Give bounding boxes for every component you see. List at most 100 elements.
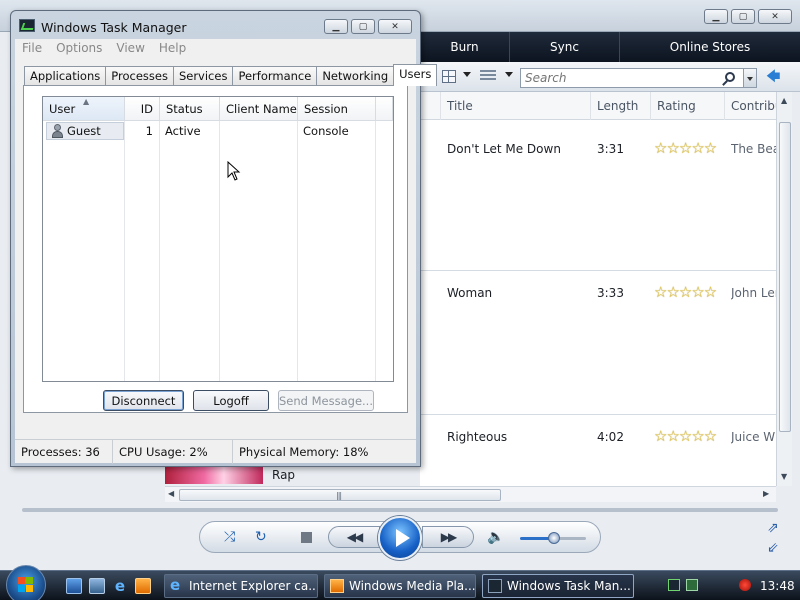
track-title[interactable]: Woman xyxy=(447,286,492,300)
column-length[interactable]: Length xyxy=(590,92,650,120)
volume-icon[interactable]: 🔈 xyxy=(487,530,504,544)
menu-view[interactable]: View xyxy=(109,39,151,57)
user-row-guest[interactable]: Guest xyxy=(46,122,124,140)
media-player-quicklaunch-icon[interactable] xyxy=(135,578,151,594)
taskbar-item-media-player[interactable]: Windows Media Pla... xyxy=(324,574,476,598)
track-title[interactable]: Don't Let Me Down xyxy=(447,142,561,156)
scroll-left-arrow-icon[interactable]: ◀ xyxy=(168,489,174,498)
vertical-scroll-thumb[interactable] xyxy=(779,122,791,432)
tab-processes[interactable]: Processes xyxy=(105,66,174,85)
scroll-grip-icon: ||| xyxy=(336,491,342,500)
column-id[interactable]: ID xyxy=(125,97,160,121)
layout-options-icon[interactable] xyxy=(480,70,496,82)
status-bar: Processes: 36 CPU Usage: 2% Physical Mem… xyxy=(15,439,416,464)
taskbar-item-label: Windows Media Pla... xyxy=(349,579,476,593)
library-column-header: Title Length Rating Contribu xyxy=(420,92,776,120)
taskbar-item-task-manager[interactable]: Windows Task Man... xyxy=(482,574,634,598)
minimize-button[interactable]: ▁ xyxy=(704,9,728,24)
tab-networking[interactable]: Networking xyxy=(316,66,395,85)
scroll-right-arrow-icon[interactable]: ▶ xyxy=(763,489,769,498)
row-divider xyxy=(420,270,776,271)
column-divider xyxy=(219,121,220,381)
vertical-scrollbar[interactable]: ▲ ▼ xyxy=(776,92,792,486)
track-contributor: The Beat xyxy=(731,142,777,156)
tab-strip: Applications Processes Services Performa… xyxy=(24,64,438,86)
rating-stars[interactable]: ☆☆☆☆☆ xyxy=(654,139,717,157)
column-divider xyxy=(297,121,298,381)
column-user[interactable]: User ▲ xyxy=(43,97,125,121)
tab-sync[interactable]: Sync xyxy=(510,32,620,62)
scroll-up-arrow-icon[interactable]: ▲ xyxy=(781,96,787,105)
column-title[interactable]: Title xyxy=(440,92,584,120)
shuffle-icon[interactable]: ⤮ xyxy=(224,530,235,544)
status-cpu-usage: CPU Usage: 2% xyxy=(113,440,233,464)
view-options-dropdown-icon[interactable] xyxy=(463,72,471,77)
back-arrow-icon[interactable]: 🡄 xyxy=(766,70,780,84)
windows-logo-icon xyxy=(18,577,34,593)
taskbar-item-internet-explorer[interactable]: e Internet Explorer ca... xyxy=(164,574,318,598)
menu-options[interactable]: Options xyxy=(49,39,109,57)
task-manager-tray-icon[interactable] xyxy=(668,579,680,591)
column-status[interactable]: Status xyxy=(160,97,220,121)
seek-bar[interactable] xyxy=(22,508,778,512)
tab-online-stores[interactable]: Online Stores xyxy=(620,32,800,62)
maximize-button[interactable]: ▢ xyxy=(731,9,755,24)
track-length: 4:02 xyxy=(597,430,624,444)
search-box xyxy=(520,68,744,88)
play-button[interactable] xyxy=(378,516,422,560)
horizontal-scrollbar[interactable]: ◀ ||| ▶ xyxy=(165,486,776,502)
clock[interactable]: 13:48 xyxy=(760,571,795,600)
menu-help[interactable]: Help xyxy=(152,39,193,57)
disconnect-button[interactable]: Disconnect xyxy=(103,390,184,411)
task-manager-titlebar[interactable]: Windows Task Manager ▁ ▢ ✕ xyxy=(11,11,420,39)
rating-stars[interactable]: ☆☆☆☆☆ xyxy=(654,427,717,445)
network-icon[interactable] xyxy=(686,579,698,591)
column-session[interactable]: Session xyxy=(298,97,376,121)
close-button[interactable]: ✕ xyxy=(378,19,412,34)
users-list: User ▲ ID Status Client Name Session Gue… xyxy=(42,96,394,382)
tab-services[interactable]: Services xyxy=(172,66,234,85)
volume-muted-icon[interactable] xyxy=(739,579,751,591)
close-button[interactable]: ✕ xyxy=(758,9,792,24)
column-divider xyxy=(375,121,376,381)
search-icon[interactable] xyxy=(725,72,735,82)
minimize-button[interactable]: ▁ xyxy=(324,19,348,34)
tab-burn[interactable]: Burn xyxy=(420,32,510,62)
track-title[interactable]: Righteous xyxy=(447,430,507,444)
switch-windows-icon[interactable] xyxy=(89,578,105,594)
maximize-button[interactable]: ▢ xyxy=(351,19,375,34)
layout-options-dropdown-icon[interactable] xyxy=(505,72,513,77)
internet-explorer-quicklaunch-icon[interactable]: e xyxy=(112,578,128,594)
column-rating[interactable]: Rating xyxy=(650,92,724,120)
stop-button[interactable] xyxy=(301,532,312,543)
search-input[interactable] xyxy=(521,69,711,87)
column-divider xyxy=(159,121,160,381)
tab-applications[interactable]: Applications xyxy=(24,66,107,85)
taskbar: e e Internet Explorer ca... Windows Medi… xyxy=(0,565,800,600)
next-button[interactable]: ▶▶ xyxy=(422,526,474,548)
view-options-icon[interactable] xyxy=(442,70,456,83)
search-dropdown-button[interactable] xyxy=(743,68,757,88)
system-tray: 13:48 xyxy=(665,571,800,600)
rating-stars[interactable]: ☆☆☆☆☆ xyxy=(654,283,717,301)
menu-file[interactable]: File xyxy=(15,39,49,57)
tab-performance[interactable]: Performance xyxy=(232,66,318,85)
scroll-down-arrow-icon[interactable]: ▼ xyxy=(781,472,787,481)
status-processes: Processes: 36 xyxy=(15,440,113,464)
album-art-thumbnail[interactable] xyxy=(165,466,263,484)
switch-to-skin-icon[interactable]: ⇗ xyxy=(767,520,779,536)
tab-users[interactable]: Users xyxy=(393,64,438,86)
repeat-icon[interactable]: ↻ xyxy=(255,530,267,544)
horizontal-scroll-thumb[interactable]: ||| xyxy=(179,489,501,501)
row-divider xyxy=(420,414,776,415)
start-button[interactable] xyxy=(6,565,46,600)
send-message-button[interactable]: Send Message... xyxy=(278,390,374,411)
menu-bar: File Options View Help xyxy=(15,39,416,57)
logoff-button[interactable]: Logoff xyxy=(193,390,269,411)
volume-slider-knob[interactable] xyxy=(548,532,560,544)
previous-button[interactable]: ◀◀ xyxy=(328,526,380,548)
column-contributor[interactable]: Contribu xyxy=(724,92,776,120)
show-desktop-icon[interactable] xyxy=(66,578,82,594)
column-client-name[interactable]: Client Name xyxy=(220,97,298,121)
switch-to-compact-icon[interactable]: ⇙ xyxy=(767,540,779,556)
